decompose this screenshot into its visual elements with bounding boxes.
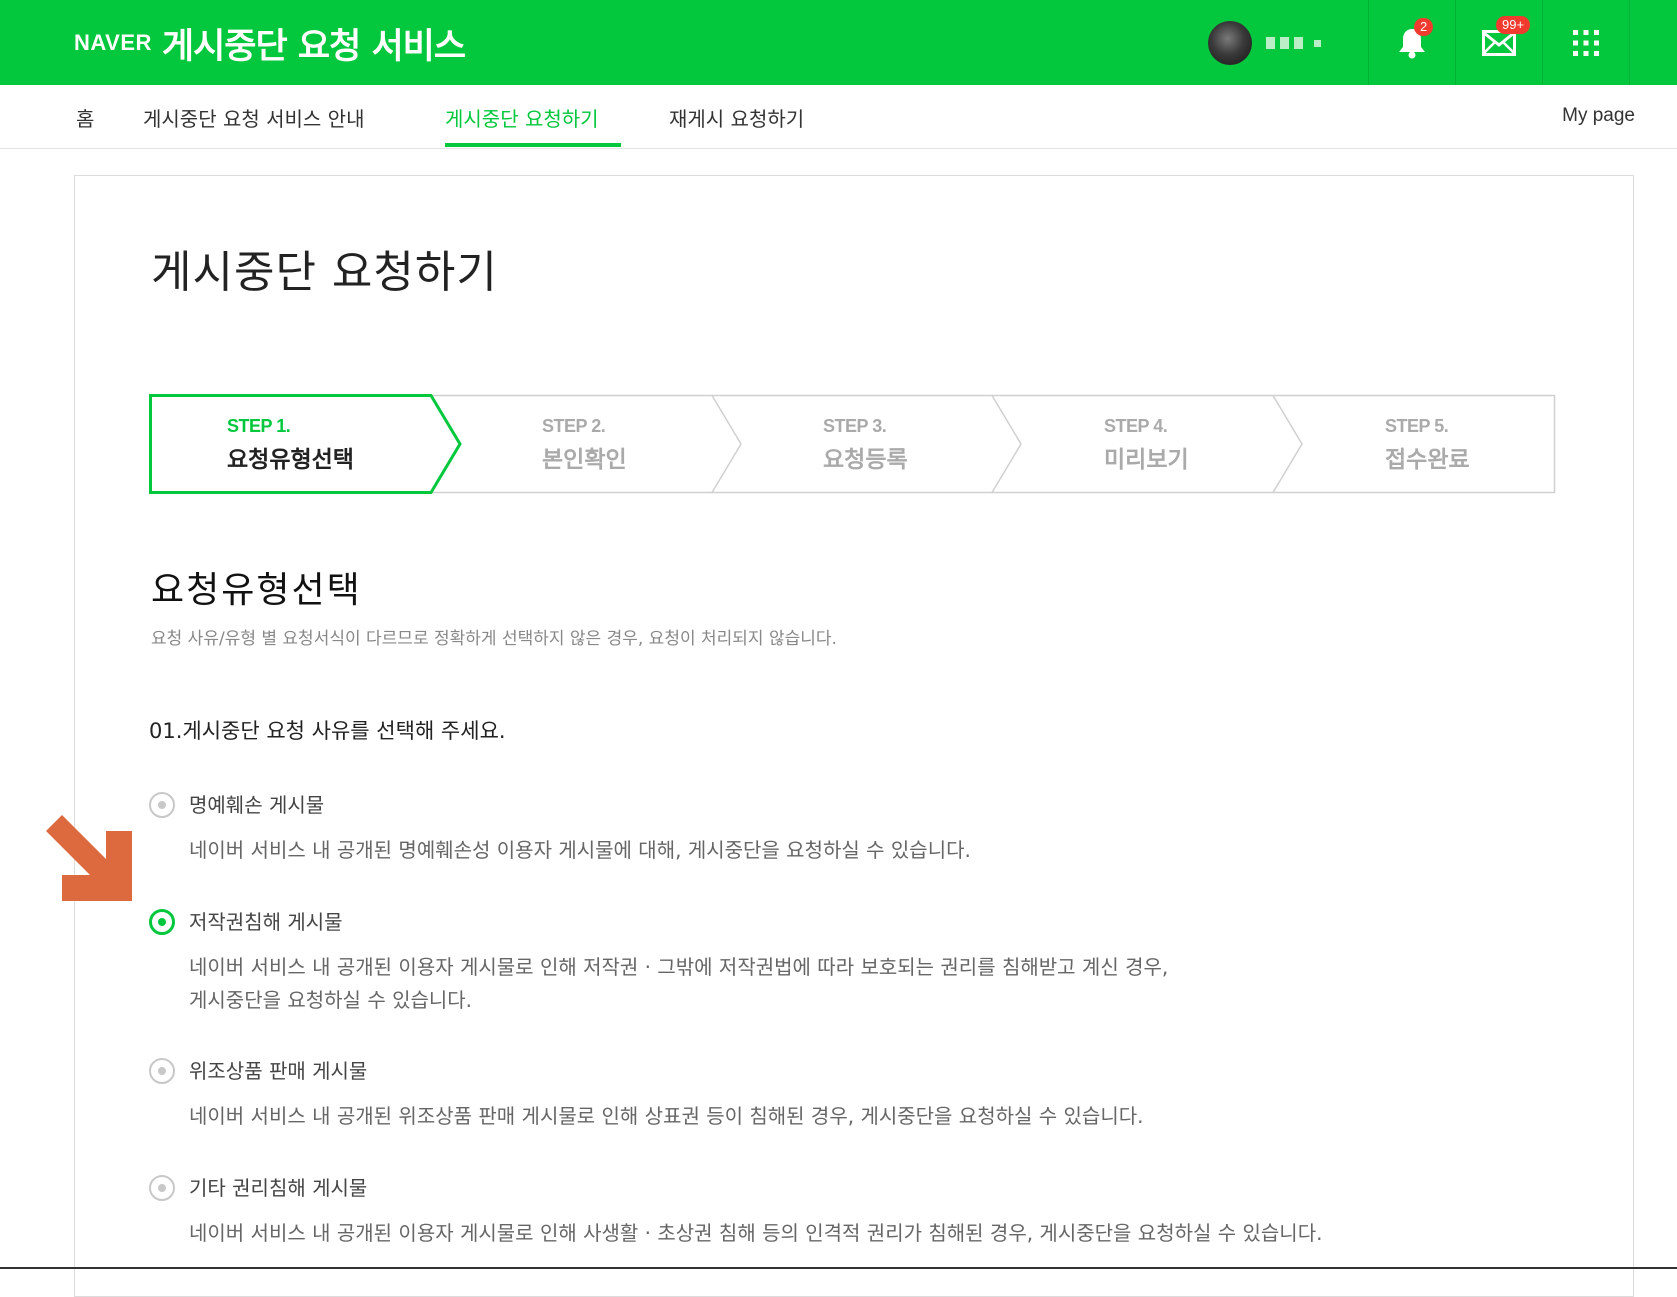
content-panel: 게시중단 요청하기 STEP 1. 요청유형선택 STEP 2. 본인확인 ST… <box>74 175 1634 1297</box>
question-title: 01.게시중단 요청 사유를 선택해 주세요. <box>149 719 506 743</box>
service-title[interactable]: 게시중단 요청 서비스 <box>162 18 466 69</box>
option-description-line: 네이버 서비스 내 공개된 위조상품 판매 게시물로 인해 상표권 등이 침해된… <box>189 1104 1144 1128</box>
nav-service-guide[interactable]: 게시중단 요청 서비스 안내 <box>143 103 364 132</box>
option-description-line: 게시중단을 요청하실 수 있습니다. <box>189 988 473 1012</box>
option-description: 네이버 서비스 내 공개된 명예훼손성 이용자 게시물에 대해, 게시중단을 요… <box>189 834 971 867</box>
username-blurred[interactable] <box>1266 37 1321 49</box>
arrow-down-right-icon <box>46 815 132 901</box>
option-label[interactable]: 저작권침해 게시물 <box>189 906 343 935</box>
option-description-line: 네이버 서비스 내 공개된 명예훼손성 이용자 게시물에 대해, 게시중단을 요… <box>189 838 971 862</box>
radio-copyright[interactable] <box>149 909 175 935</box>
option-label[interactable]: 위조상품 판매 게시물 <box>189 1055 367 1084</box>
step-1-number: STEP 1. <box>227 416 291 436</box>
notification-button[interactable]: 2 <box>1368 0 1455 85</box>
step-2: STEP 2. 본인확인 <box>542 416 627 474</box>
option-label[interactable]: 명예훼손 게시물 <box>189 789 324 818</box>
step-2-label: 본인확인 <box>542 447 627 473</box>
step-3: STEP 3. 요청등록 <box>823 416 908 474</box>
radio-counterfeit[interactable] <box>149 1058 175 1084</box>
option-description: 네이버 서비스 내 공개된 이용자 게시물로 인해 저작권 · 그밖에 저작권법… <box>189 951 1168 1017</box>
step-4-label: 미리보기 <box>1104 447 1189 473</box>
mail-button[interactable]: 99+ <box>1455 0 1542 85</box>
avatar[interactable] <box>1208 21 1252 65</box>
radio-defamation[interactable] <box>149 792 175 818</box>
step-2-number: STEP 2. <box>542 416 606 436</box>
top-header: NAVER 게시중단 요청 서비스 2 99+ <box>0 0 1677 85</box>
step-4: STEP 4. 미리보기 <box>1104 416 1189 474</box>
page-title: 게시중단 요청하기 <box>151 247 498 298</box>
notification-badge: 2 <box>1414 18 1434 36</box>
nav-home[interactable]: 홈 <box>76 103 94 132</box>
naver-logo[interactable]: NAVER <box>74 30 152 56</box>
main-nav: 홈 게시중단 요청 서비스 안내 게시중단 요청하기 재게시 요청하기 My p… <box>0 85 1677 149</box>
section-description: 요청 사유/유형 별 요청서식이 다르므로 정확하게 선택하지 않은 경우, 요… <box>151 629 837 649</box>
nav-repost-request[interactable]: 재게시 요청하기 <box>669 103 804 132</box>
active-tab-indicator <box>445 143 621 147</box>
section-title: 요청유형선택 <box>151 570 362 611</box>
nav-request-takedown[interactable]: 게시중단 요청하기 <box>445 103 599 132</box>
step-3-number: STEP 3. <box>823 416 887 436</box>
mypage-link[interactable]: My page <box>1562 105 1635 127</box>
option-label[interactable]: 기타 권리침해 게시물 <box>189 1172 367 1201</box>
option-description: 네이버 서비스 내 공개된 위조상품 판매 게시물로 인해 상표권 등이 침해된… <box>189 1100 1143 1133</box>
step-5-number: STEP 5. <box>1385 416 1449 436</box>
step-4-number: STEP 4. <box>1104 416 1168 436</box>
step-5: STEP 5. 접수완료 <box>1385 416 1470 474</box>
radio-other-rights[interactable] <box>149 1175 175 1201</box>
user-profile[interactable] <box>1208 20 1321 66</box>
apps-button[interactable] <box>1542 0 1630 85</box>
grid-icon <box>1573 29 1599 56</box>
step-indicator: STEP 1. 요청유형선택 STEP 2. 본인확인 STEP 3. 요청등록… <box>149 394 1556 494</box>
step-1: STEP 1. 요청유형선택 <box>227 416 354 474</box>
option-description-line: 네이버 서비스 내 공개된 이용자 게시물로 인해 사생활 · 초상권 침해 등… <box>189 1221 1323 1245</box>
option-description-line: 네이버 서비스 내 공개된 이용자 게시물로 인해 저작권 · 그밖에 저작권법… <box>189 955 1169 979</box>
mail-badge: 99+ <box>1496 16 1531 34</box>
option-description: 네이버 서비스 내 공개된 이용자 게시물로 인해 사생활 · 초상권 침해 등… <box>189 1217 1322 1250</box>
brand[interactable]: NAVER 게시중단 요청 서비스 <box>74 18 466 69</box>
step-5-label: 접수완료 <box>1385 447 1470 473</box>
step-1-label: 요청유형선택 <box>227 447 354 473</box>
step-3-label: 요청등록 <box>823 447 908 473</box>
